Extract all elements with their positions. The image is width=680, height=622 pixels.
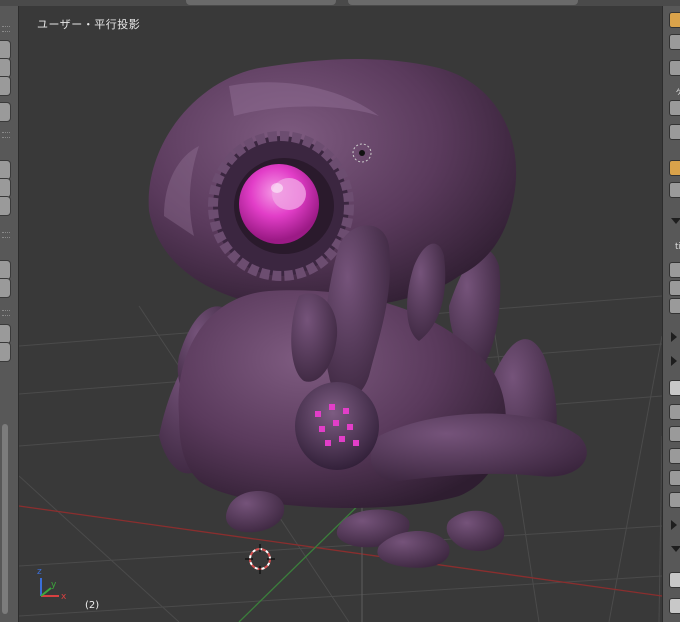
panel-toggle-button[interactable] xyxy=(669,280,680,296)
tool-button[interactable] xyxy=(0,58,11,78)
dropdown-button[interactable] xyxy=(669,572,680,588)
creature-model[interactable] xyxy=(148,58,587,568)
dropdown-button[interactable] xyxy=(669,598,680,614)
tool-button[interactable] xyxy=(0,324,11,344)
tool-button[interactable] xyxy=(0,342,11,362)
panel-toggle-button[interactable] xyxy=(669,182,680,198)
properties-panel: ヶ ti xyxy=(662,6,680,622)
tool-button[interactable] xyxy=(0,178,11,198)
orientation-gizmo-icon: z y x xyxy=(37,567,67,602)
panel-label-fragment: ti xyxy=(675,242,680,252)
object-mode-button[interactable] xyxy=(669,12,680,28)
panel-toggle-button[interactable] xyxy=(669,426,680,442)
tool-button[interactable] xyxy=(0,260,11,280)
panel-toggle-button[interactable] xyxy=(669,492,680,508)
panel-grip[interactable] xyxy=(2,310,10,316)
expand-arrow-icon[interactable] xyxy=(671,332,677,342)
tool-button[interactable] xyxy=(0,278,11,298)
3d-viewport[interactable]: z y x ユーザー・平行投影 (2) xyxy=(19,6,662,622)
svg-text:y: y xyxy=(51,580,57,590)
panel-toggle-button[interactable] xyxy=(669,262,680,278)
svg-text:x: x xyxy=(61,592,67,602)
x-axis-line xyxy=(19,505,662,597)
panel-toggle-button[interactable] xyxy=(669,298,680,314)
frame-indicator: (2) xyxy=(85,600,100,611)
tool-shelf-panel xyxy=(0,6,19,622)
dropdown-button[interactable] xyxy=(669,380,680,396)
panel-toggle-button[interactable] xyxy=(669,124,680,140)
expand-arrow-icon[interactable] xyxy=(671,356,677,366)
tool-shelf-scrollbar[interactable] xyxy=(2,424,8,614)
object-mode-button[interactable] xyxy=(669,160,680,176)
panel-toggle-button[interactable] xyxy=(669,100,680,116)
collapse-arrow-icon[interactable] xyxy=(671,218,680,224)
panel-label-fragment: ヶ xyxy=(675,87,680,97)
header-field-left[interactable] xyxy=(186,0,336,5)
panel-toggle-button[interactable] xyxy=(669,470,680,486)
svg-text:z: z xyxy=(37,567,42,577)
panel-grip[interactable] xyxy=(2,232,10,238)
panel-grip[interactable] xyxy=(2,132,10,138)
panel-grip[interactable] xyxy=(2,26,10,32)
panel-toggle-button[interactable] xyxy=(669,404,680,420)
tool-button[interactable] xyxy=(0,160,11,180)
3d-cursor-icon[interactable] xyxy=(245,544,275,574)
tool-button[interactable] xyxy=(0,40,11,60)
panel-toggle-button[interactable] xyxy=(669,34,680,50)
tool-button[interactable] xyxy=(0,196,11,216)
expand-arrow-icon[interactable] xyxy=(671,520,677,530)
viewport-title: ユーザー・平行投影 xyxy=(37,18,141,31)
panel-toggle-button[interactable] xyxy=(669,60,680,76)
tool-button[interactable] xyxy=(0,102,11,122)
collapse-arrow-icon[interactable] xyxy=(671,546,680,552)
viewport-scene: z y x xyxy=(19,58,662,622)
header-field-right[interactable] xyxy=(348,0,578,5)
tool-button[interactable] xyxy=(0,76,11,96)
panel-toggle-button[interactable] xyxy=(669,448,680,464)
